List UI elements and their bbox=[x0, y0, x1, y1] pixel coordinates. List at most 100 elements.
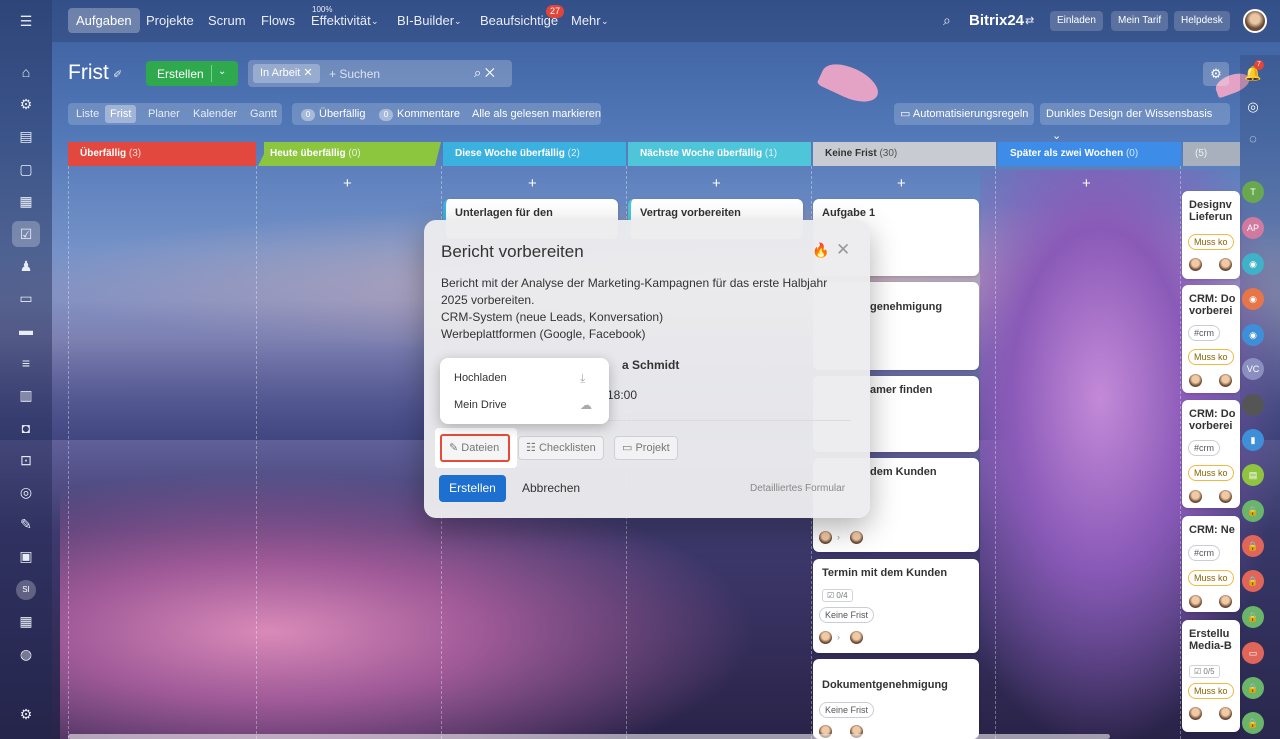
monitor-icon[interactable]: ▣ bbox=[17, 548, 35, 564]
shop-icon[interactable]: ⊡ bbox=[17, 452, 35, 468]
avatar[interactable] bbox=[1188, 594, 1203, 609]
avatar[interactable] bbox=[818, 530, 833, 545]
documents-icon[interactable]: ▭ bbox=[17, 290, 35, 306]
add-task-plus-icon[interactable]: + bbox=[897, 175, 906, 192]
avatar[interactable] bbox=[1218, 257, 1233, 272]
description-line[interactable]: CRM-System (neue Leads, Konversation) bbox=[441, 310, 851, 324]
mark-all-read-link[interactable]: Alle als gelesen markieren bbox=[472, 108, 601, 120]
deadline-time[interactable]: 18:00 bbox=[607, 388, 637, 402]
description-line[interactable]: Werbeplattformen (Google, Facebook) bbox=[441, 327, 851, 341]
nav-mehr[interactable]: Mehr bbox=[571, 13, 601, 28]
search-bar[interactable]: In Arbeit ✕ + Suchen ⌕ ✕ bbox=[248, 60, 512, 87]
close-icon[interactable]: ✕ bbox=[303, 67, 312, 79]
avatar[interactable] bbox=[1218, 594, 1233, 609]
group-icon[interactable]: ◉ bbox=[1242, 253, 1264, 275]
task-card[interactable]: Designv Lieferun Muss ko bbox=[1182, 191, 1240, 279]
task-card[interactable]: CRM: Do vorberei #crm Muss ko bbox=[1182, 400, 1240, 508]
contact-avatar[interactable]: T bbox=[1242, 181, 1264, 203]
task-card[interactable]: CRM: Do vorberei #crm Muss ko bbox=[1182, 285, 1240, 393]
settings-icon[interactable]: ⚙ bbox=[17, 706, 35, 722]
hashtag-tag[interactable]: #crm bbox=[1188, 440, 1220, 456]
cancel-button[interactable]: Abbrechen bbox=[522, 481, 580, 495]
create-task-button[interactable]: Erstellen ⌄ bbox=[146, 61, 238, 86]
menu-item-my-drive[interactable]: Mein Drive bbox=[454, 399, 507, 411]
search-icon[interactable]: ⌕ ✕ bbox=[474, 65, 495, 81]
search-icon[interactable]: ⌕ bbox=[943, 12, 951, 29]
modal-title[interactable]: Bericht vorbereiten bbox=[441, 242, 584, 262]
status-tag[interactable]: Muss ko bbox=[1188, 349, 1234, 365]
gear-icon[interactable]: ⚙ bbox=[1203, 62, 1229, 86]
comments-counter[interactable]: 0 Kommentare bbox=[379, 108, 460, 121]
add-task-plus-icon[interactable]: + bbox=[343, 175, 352, 192]
card-icon[interactable]: ▭ bbox=[1242, 642, 1264, 664]
filter-icon[interactable]: ≡ bbox=[17, 355, 35, 371]
column-header-no-deadline[interactable]: Keine Frist (30) bbox=[813, 142, 996, 166]
group-icon[interactable]: ◉ bbox=[1242, 324, 1264, 346]
invite-button[interactable]: Einladen bbox=[1050, 11, 1103, 31]
my-plan-button[interactable]: Mein Tarif bbox=[1111, 11, 1169, 31]
column-header-this-week[interactable]: Diese Woche überfällig (2) bbox=[443, 142, 626, 166]
avatar[interactable] bbox=[818, 630, 833, 645]
chat-icon[interactable]: ◌ bbox=[1242, 128, 1264, 150]
calendar-icon[interactable]: ▦ bbox=[17, 193, 35, 209]
avatar[interactable] bbox=[1188, 706, 1203, 721]
target-icon[interactable]: ◎ bbox=[17, 484, 35, 500]
add-task-plus-icon[interactable]: + bbox=[1082, 175, 1091, 192]
nav-aufgaben[interactable]: Aufgaben bbox=[68, 8, 140, 33]
sites-badge[interactable]: SI bbox=[16, 580, 36, 600]
sign-icon[interactable]: ✎ bbox=[17, 516, 35, 532]
tab-gantt[interactable]: Gantt bbox=[250, 108, 277, 120]
column-header-today[interactable]: Heute überfällig (0) bbox=[258, 142, 441, 166]
inbox-icon[interactable]: ▬ bbox=[17, 322, 35, 338]
contact-avatar[interactable]: AP bbox=[1242, 217, 1264, 239]
task-card[interactable]: CRM: Ne #crm Muss ko bbox=[1182, 516, 1240, 612]
lock-icon[interactable]: 🔒 bbox=[1242, 606, 1264, 628]
menu-item-upload[interactable]: Hochladen bbox=[454, 372, 507, 384]
column-header-later[interactable]: Später als zwei Wochen (0) bbox=[998, 142, 1181, 166]
create-button[interactable]: Erstellen bbox=[439, 475, 506, 502]
status-tag[interactable]: Muss ko bbox=[1188, 465, 1234, 481]
dark-design-button[interactable]: Dunkles Design der Wissensbasis ⌄ bbox=[1040, 103, 1230, 142]
help-icon[interactable]: ◎ bbox=[1242, 96, 1264, 118]
tab-kalender[interactable]: Kalender bbox=[193, 108, 237, 120]
avatar[interactable] bbox=[1188, 257, 1203, 272]
support-icon[interactable]: ◍ bbox=[17, 646, 35, 662]
nav-flows[interactable]: Flows bbox=[261, 13, 295, 28]
chat-icon[interactable]: ▢ bbox=[17, 161, 35, 177]
detailed-form-link[interactable]: Detailliertes Formular bbox=[750, 483, 845, 494]
chevron-down-icon[interactable]: ⌄ bbox=[218, 66, 226, 77]
brand-logo[interactable]: Bitrix24 bbox=[969, 12, 1024, 29]
horizontal-scrollbar[interactable] bbox=[68, 734, 1110, 739]
responsible-person[interactable]: a Schmidt bbox=[622, 358, 679, 372]
crm-icon[interactable]: ⚙ bbox=[17, 96, 35, 112]
status-tag[interactable]: Muss ko bbox=[1188, 570, 1234, 586]
description-line[interactable]: Bericht mit der Analyse der Marketing-Ka… bbox=[441, 276, 851, 290]
tab-liste[interactable]: Liste bbox=[76, 108, 99, 120]
status-tag[interactable]: Muss ko bbox=[1188, 234, 1234, 250]
tasks-icon[interactable]: ☑ bbox=[12, 221, 40, 247]
tab-frist[interactable]: Frist bbox=[105, 105, 137, 123]
home-icon[interactable]: ⌂ bbox=[17, 64, 35, 80]
bookmark-icon[interactable]: ▮ bbox=[1242, 429, 1264, 451]
hashtag-tag[interactable]: #crm bbox=[1188, 325, 1220, 341]
avatar[interactable] bbox=[849, 630, 864, 645]
groups-icon[interactable]: ♟ bbox=[17, 258, 35, 274]
deadline-tag[interactable]: Keine Frist bbox=[819, 702, 875, 718]
description-line[interactable]: 2025 vorbereiten. bbox=[441, 293, 851, 307]
note-icon[interactable]: ▤ bbox=[1242, 464, 1264, 486]
fire-icon[interactable]: 🔥 bbox=[812, 242, 829, 259]
add-task-plus-icon[interactable]: + bbox=[528, 175, 537, 192]
column-header-extra[interactable]: (5) bbox=[1183, 142, 1240, 166]
lock-icon[interactable]: 🔒 bbox=[1242, 535, 1264, 557]
checklists-button[interactable]: ☷ Checklisten bbox=[518, 436, 604, 460]
hashtag-tag[interactable]: #crm bbox=[1188, 545, 1220, 561]
contact-avatar[interactable]: VC bbox=[1242, 358, 1264, 380]
nav-projekte[interactable]: Projekte bbox=[146, 13, 194, 28]
close-icon[interactable]: ✕ bbox=[836, 240, 850, 260]
avatar[interactable] bbox=[1218, 373, 1233, 388]
switch-icon[interactable]: ⇄ bbox=[1025, 14, 1034, 27]
column-header-next-week[interactable]: Nächste Woche überfällig (1) bbox=[628, 142, 811, 166]
user-avatar[interactable] bbox=[1243, 9, 1267, 33]
avatar[interactable] bbox=[1188, 373, 1203, 388]
feed-icon[interactable]: ▤ bbox=[17, 128, 35, 144]
